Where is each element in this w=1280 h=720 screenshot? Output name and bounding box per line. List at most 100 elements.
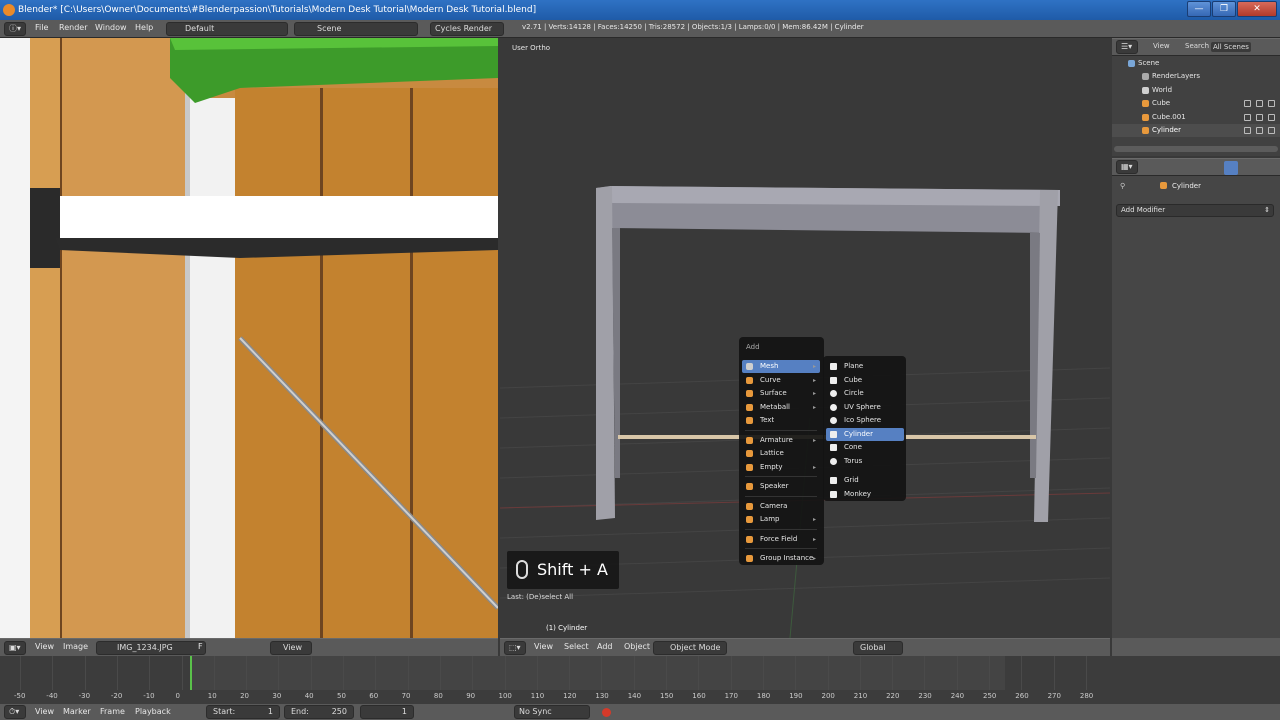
timeline-frame-menu[interactable]: Frame bbox=[100, 707, 125, 716]
add-menu-item-speaker[interactable]: Speaker bbox=[742, 480, 820, 493]
record-icon[interactable] bbox=[602, 708, 611, 717]
sync-selector[interactable]: No Sync bbox=[514, 705, 590, 719]
image-editor[interactable] bbox=[0, 38, 498, 638]
select-icon[interactable] bbox=[1256, 127, 1263, 134]
outliner-row-cube-001[interactable]: Cube.001 bbox=[1112, 111, 1280, 124]
orientation-selector[interactable]: Global bbox=[853, 641, 903, 655]
timeline-tick-label: 140 bbox=[627, 692, 642, 700]
add-menu-item-group-instance[interactable]: Group Instance ▸ bbox=[742, 552, 820, 565]
add-modifier-dropdown[interactable]: Add Modifier ⇕ bbox=[1116, 204, 1274, 217]
timeline-tick-label: -20 bbox=[110, 692, 123, 700]
submenu-arrow-icon: ▸ bbox=[812, 555, 816, 562]
eye-icon[interactable] bbox=[1244, 113, 1251, 121]
outliner-search-menu[interactable]: Search bbox=[1185, 42, 1209, 50]
menu-item-label: Speaker bbox=[760, 482, 789, 490]
window-title-bar: Blender* [C:\Users\Owner\Documents\#Blen… bbox=[0, 0, 1280, 20]
eye-icon[interactable] bbox=[1244, 100, 1251, 108]
properties-editor-type[interactable]: ▦▾ bbox=[1116, 160, 1138, 174]
metaball-icon bbox=[746, 403, 753, 411]
add-menu-item-force-field[interactable]: Force Field ▸ bbox=[742, 533, 820, 546]
fake-user-button[interactable]: F bbox=[198, 642, 203, 651]
properties-editor[interactable]: ▦▾ ⚲ Cylinder Add Modifier ⇕ bbox=[1112, 158, 1280, 638]
current-frame-marker[interactable] bbox=[190, 656, 192, 690]
mesh-item-uv-sphere[interactable]: UV Sphere bbox=[826, 401, 904, 414]
image-editor-type[interactable]: ▣▾ bbox=[4, 641, 26, 655]
mesh-item-cylinder[interactable]: Cylinder bbox=[826, 427, 904, 441]
eye-icon[interactable] bbox=[1244, 127, 1251, 134]
add-menu-item-metaball[interactable]: Metaball ▸ bbox=[742, 401, 820, 414]
timeline-grid-line bbox=[20, 656, 21, 690]
lamp-icon bbox=[746, 516, 753, 523]
outliner-scrollbar[interactable] bbox=[1114, 146, 1278, 152]
render-icon[interactable] bbox=[1268, 127, 1275, 134]
editor-type-button[interactable]: ⓘ▾ bbox=[4, 22, 26, 36]
start-frame-field[interactable]: Start: 1 bbox=[206, 705, 280, 719]
menu-window[interactable]: Window bbox=[95, 23, 127, 32]
mesh-item-cube[interactable]: Cube bbox=[826, 374, 904, 387]
outliner-row-cube[interactable]: Cube bbox=[1112, 97, 1280, 110]
image-selector[interactable]: IMG_1234.JPG bbox=[96, 641, 206, 655]
menu-render[interactable]: Render bbox=[59, 23, 87, 32]
close-button[interactable]: ✕ bbox=[1237, 1, 1277, 17]
outliner-row-world[interactable]: World bbox=[1112, 84, 1280, 97]
modifier-tab-icon[interactable] bbox=[1224, 161, 1238, 175]
minimize-button[interactable]: — bbox=[1187, 1, 1211, 17]
viewport-select-menu[interactable]: Select bbox=[564, 642, 589, 651]
mesh-item-torus[interactable]: Torus bbox=[826, 455, 904, 468]
image-menu[interactable]: Image bbox=[63, 642, 88, 651]
end-frame-field[interactable]: End: 250 bbox=[284, 705, 354, 719]
viewport-view-menu[interactable]: View bbox=[534, 642, 553, 651]
select-icon[interactable] bbox=[1256, 113, 1263, 121]
timeline-playback-menu[interactable]: Playback bbox=[135, 707, 171, 716]
viewport-add-menu[interactable]: Add bbox=[597, 642, 613, 651]
menu-item-label: Torus bbox=[844, 456, 863, 465]
submenu-arrow-icon: ▸ bbox=[812, 535, 816, 543]
add-menu-item-lattice[interactable]: Lattice bbox=[742, 447, 820, 460]
menu-file[interactable]: File bbox=[35, 23, 48, 32]
render-engine-selector[interactable]: Cycles Render bbox=[430, 22, 504, 36]
image-view-selector[interactable]: View bbox=[270, 641, 312, 655]
render-icon[interactable] bbox=[1268, 113, 1275, 121]
add-menu-item-armature[interactable]: Armature ▸ bbox=[742, 434, 820, 447]
pin-icon[interactable]: ⚲ bbox=[1120, 182, 1125, 190]
add-menu-item-curve[interactable]: Curve ▸ bbox=[742, 374, 820, 387]
outliner-display-mode[interactable]: All Scenes bbox=[1211, 42, 1251, 52]
mesh-item-ico-sphere[interactable]: Ico Sphere bbox=[826, 414, 904, 427]
outliner-editor-type[interactable]: ☰▾ bbox=[1116, 40, 1138, 54]
mode-selector[interactable]: Object Mode bbox=[653, 641, 727, 655]
shortcut-overlay: Shift + A bbox=[507, 551, 619, 589]
mesh-item-circle[interactable]: Circle bbox=[826, 387, 904, 400]
mesh-item-grid[interactable]: Grid bbox=[826, 474, 904, 487]
outliner-view-menu[interactable]: View bbox=[1153, 42, 1170, 50]
render-icon[interactable] bbox=[1268, 100, 1275, 108]
add-menu-item-lamp[interactable]: Lamp ▸ bbox=[742, 513, 820, 526]
mesh-item-plane[interactable]: Plane bbox=[826, 360, 904, 373]
add-menu-item-surface[interactable]: Surface ▸ bbox=[742, 387, 820, 400]
layout-selector[interactable]: Default bbox=[166, 22, 288, 36]
menu-help[interactable]: Help bbox=[135, 23, 153, 32]
timeline[interactable]: -50 -40 -30 -20 -10 0 10 20 30 40 50 60 70 80 90 100 110… bbox=[0, 656, 1280, 704]
outliner-row-scene[interactable]: Scene bbox=[1112, 57, 1280, 70]
mesh-item-monkey[interactable]: Monkey bbox=[826, 488, 904, 501]
add-menu-item-text[interactable]: Text bbox=[742, 414, 820, 427]
add-menu-item-camera[interactable]: Camera bbox=[742, 500, 820, 513]
maximize-button[interactable]: ❐ bbox=[1212, 1, 1236, 17]
timeline-tick-label: 200 bbox=[821, 692, 835, 700]
viewport-object-menu[interactable]: Object bbox=[624, 642, 650, 651]
outliner-row-renderlayers[interactable]: RenderLayers bbox=[1112, 70, 1280, 83]
mesh-item-cone[interactable]: Cone bbox=[826, 441, 904, 454]
timeline-editor-type[interactable]: ⏱▾ bbox=[4, 705, 26, 719]
viewport-editor-type[interactable]: ⬚▾ bbox=[504, 641, 526, 655]
current-frame-field[interactable]: 1 bbox=[360, 705, 414, 719]
outliner[interactable]: ☰▾ View Search All Scenes Scene RenderLay… bbox=[1112, 38, 1280, 156]
timeline-view-menu[interactable]: View bbox=[35, 707, 54, 716]
image-view-menu[interactable]: View bbox=[35, 642, 54, 651]
select-icon[interactable] bbox=[1256, 100, 1263, 108]
add-menu-item-mesh[interactable]: Mesh ▸ bbox=[742, 360, 820, 373]
timeline-header: ⏱▾ View Marker Frame Playback Start: 1 En… bbox=[0, 704, 1280, 720]
scene-selector[interactable]: Scene bbox=[294, 22, 418, 36]
add-menu-item-empty[interactable]: Empty ▸ bbox=[742, 461, 820, 474]
outliner-row-cylinder[interactable]: Cylinder bbox=[1112, 124, 1280, 137]
timeline-grid-line bbox=[407, 656, 409, 690]
timeline-marker-menu[interactable]: Marker bbox=[63, 707, 91, 716]
